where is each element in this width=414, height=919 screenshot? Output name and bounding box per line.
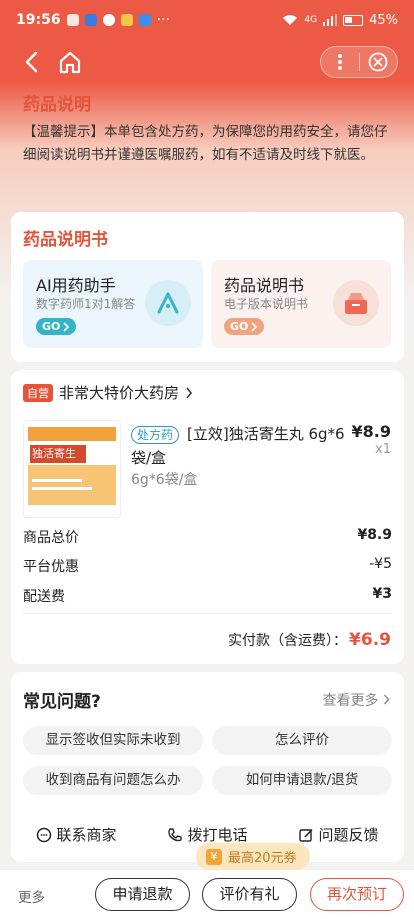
phone-icon — [168, 827, 183, 841]
chevron-right-icon — [383, 694, 390, 705]
ai-assistant-icon — [145, 280, 191, 326]
contact-merchant-label: 联系商家 — [56, 826, 117, 844]
call-label: 拨打电话 — [187, 826, 248, 844]
faq-title: 常见问题? — [23, 692, 101, 712]
edit-icon — [299, 828, 314, 842]
shop-link[interactable]: 自营 非常大特价大药房 — [23, 382, 193, 403]
instruction-doc-tile[interactable]: 药品说明书 电子版本说明书 GO — [211, 260, 391, 348]
divider — [23, 613, 392, 614]
prescription-tag: 处方药 — [131, 426, 180, 444]
chevron-right-icon — [251, 321, 258, 332]
ai-go-label: GO — [42, 320, 61, 333]
ai-go-button[interactable]: GO — [36, 318, 77, 335]
bottom-action-bar: 更多 申请退款 评价有礼 再次预订 — [0, 870, 414, 919]
view-more-link[interactable]: 查看更多 — [323, 690, 390, 710]
coupon-tooltip[interactable]: ¥ 最高20元券 — [196, 843, 310, 870]
shield-icon — [102, 14, 115, 26]
total-paid: 实付款（含运费）： ¥6.9 — [228, 630, 391, 650]
call-button[interactable]: 拨打电话 — [167, 824, 248, 845]
more-notifications: ··· — [156, 12, 170, 28]
ai-assistant-title: AI用药助手 — [36, 276, 116, 295]
paw-icon — [84, 14, 97, 26]
more-options-icon[interactable] — [321, 47, 359, 77]
status-bar: 19:56 ··· 4G 45% — [0, 0, 414, 40]
product-quantity: x1 — [375, 442, 391, 457]
fee-row-total: 商品总价 ¥8.9 — [23, 527, 392, 547]
chevron-right-icon — [186, 387, 192, 398]
feedback-label: 问题反馈 — [318, 826, 379, 844]
instructions-card: 药品说明书 AI用药助手 数字药师1对1解答 GO 药品说明书 电子版本说明书 … — [11, 212, 404, 362]
fee-label: 平台优惠 — [23, 559, 79, 575]
fee-label: 配送费 — [23, 589, 65, 605]
doc-go-label: GO — [230, 320, 249, 333]
total-value: ¥6.9 — [349, 630, 391, 650]
view-more-label: 查看更多 — [322, 693, 379, 709]
self-operated-badge: 自营 — [23, 383, 53, 402]
signal-icon — [323, 14, 338, 26]
app-icon — [138, 14, 151, 26]
faq-chip[interactable]: 收到商品有问题怎么办 — [23, 766, 203, 795]
network-type: 4G — [304, 15, 318, 25]
nav-bar — [0, 40, 414, 84]
app-notification-icon — [66, 14, 79, 26]
fee-row-delivery: 配送费 ¥3 — [23, 586, 392, 606]
ai-assistant-tile[interactable]: AI用药助手 数字药师1对1解答 GO — [23, 260, 203, 348]
more-button[interactable]: 更多 — [18, 886, 45, 906]
product-box-label: 独活寄生丸 — [30, 445, 86, 478]
total-label: 实付款（含运费）： — [228, 633, 348, 649]
instruction-doc-title: 药品说明书 — [224, 276, 305, 295]
coupon-icon: ¥ — [206, 848, 222, 865]
coupon-text: 最高20元券 — [228, 851, 297, 866]
faq-chip[interactable]: 怎么评价 — [212, 726, 392, 755]
product-image[interactable]: 独活寄生丸 — [23, 420, 121, 518]
product-price: ¥8.9 — [351, 422, 391, 441]
contact-merchant-button[interactable]: 联系商家 — [36, 824, 117, 845]
order-card: 自营 非常大特价大药房 独活寄生丸 [立效]独活寄生丸 6g*6袋/盒 处方药 … — [11, 370, 404, 664]
instructions-title: 药品说明书 — [23, 230, 108, 250]
product-spec: 6g*6袋/盒 — [131, 472, 198, 488]
ai-assistant-subtitle: 数字药师1对1解答 — [36, 297, 136, 311]
chat-icon — [37, 827, 52, 842]
home-icon[interactable] — [56, 48, 84, 76]
faq-chip[interactable]: 显示签收但实际未收到 — [23, 726, 203, 755]
fee-value: ¥8.9 — [357, 527, 392, 543]
fee-value: ¥3 — [372, 586, 392, 602]
wifi-icon — [283, 15, 298, 25]
chevron-right-icon — [63, 321, 70, 332]
battery-percent: 45% — [369, 12, 398, 28]
faq-card: 常见问题? 查看更多 显示签收但实际未收到 怎么评价 收到商品有问题怎么办 如何… — [11, 672, 404, 862]
reorder-button[interactable]: 再次预订 — [310, 878, 404, 911]
instruction-doc-subtitle: 电子版本说明书 — [224, 297, 309, 311]
request-refund-button[interactable]: 申请退款 — [95, 878, 190, 911]
close-icon[interactable] — [360, 47, 397, 77]
drug-notice-card: 药品说明 【温馨提示】本单包含处方药，为保障您的用药安全，请您仔细阅读说明书并谨… — [11, 82, 404, 204]
fee-label: 商品总价 — [23, 530, 79, 546]
notice-text: 【温馨提示】本单包含处方药，为保障您的用药安全，请您仔细阅读说明书并谨遵医嘱服药… — [23, 124, 388, 163]
status-time: 19:56 — [16, 12, 61, 28]
battery-icon — [343, 14, 364, 26]
notice-title: 药品说明 — [23, 95, 91, 115]
fee-value: -¥5 — [369, 556, 392, 572]
fee-row-discount: 平台优惠 -¥5 — [23, 556, 392, 576]
document-box-icon — [333, 280, 379, 326]
back-icon[interactable] — [18, 48, 46, 76]
review-button[interactable]: 评价有礼 — [202, 878, 297, 911]
mini-program-capsule — [320, 46, 398, 78]
faq-chip[interactable]: 如何申请退款/退货 — [212, 766, 392, 795]
feedback-button[interactable]: 问题反馈 — [298, 824, 379, 845]
shop-name: 非常大特价大药房 — [59, 384, 180, 402]
app-icon — [120, 14, 133, 26]
faq-actions: 联系商家 拨打电话 问题反馈 — [11, 824, 404, 845]
doc-go-button[interactable]: GO — [224, 318, 265, 335]
